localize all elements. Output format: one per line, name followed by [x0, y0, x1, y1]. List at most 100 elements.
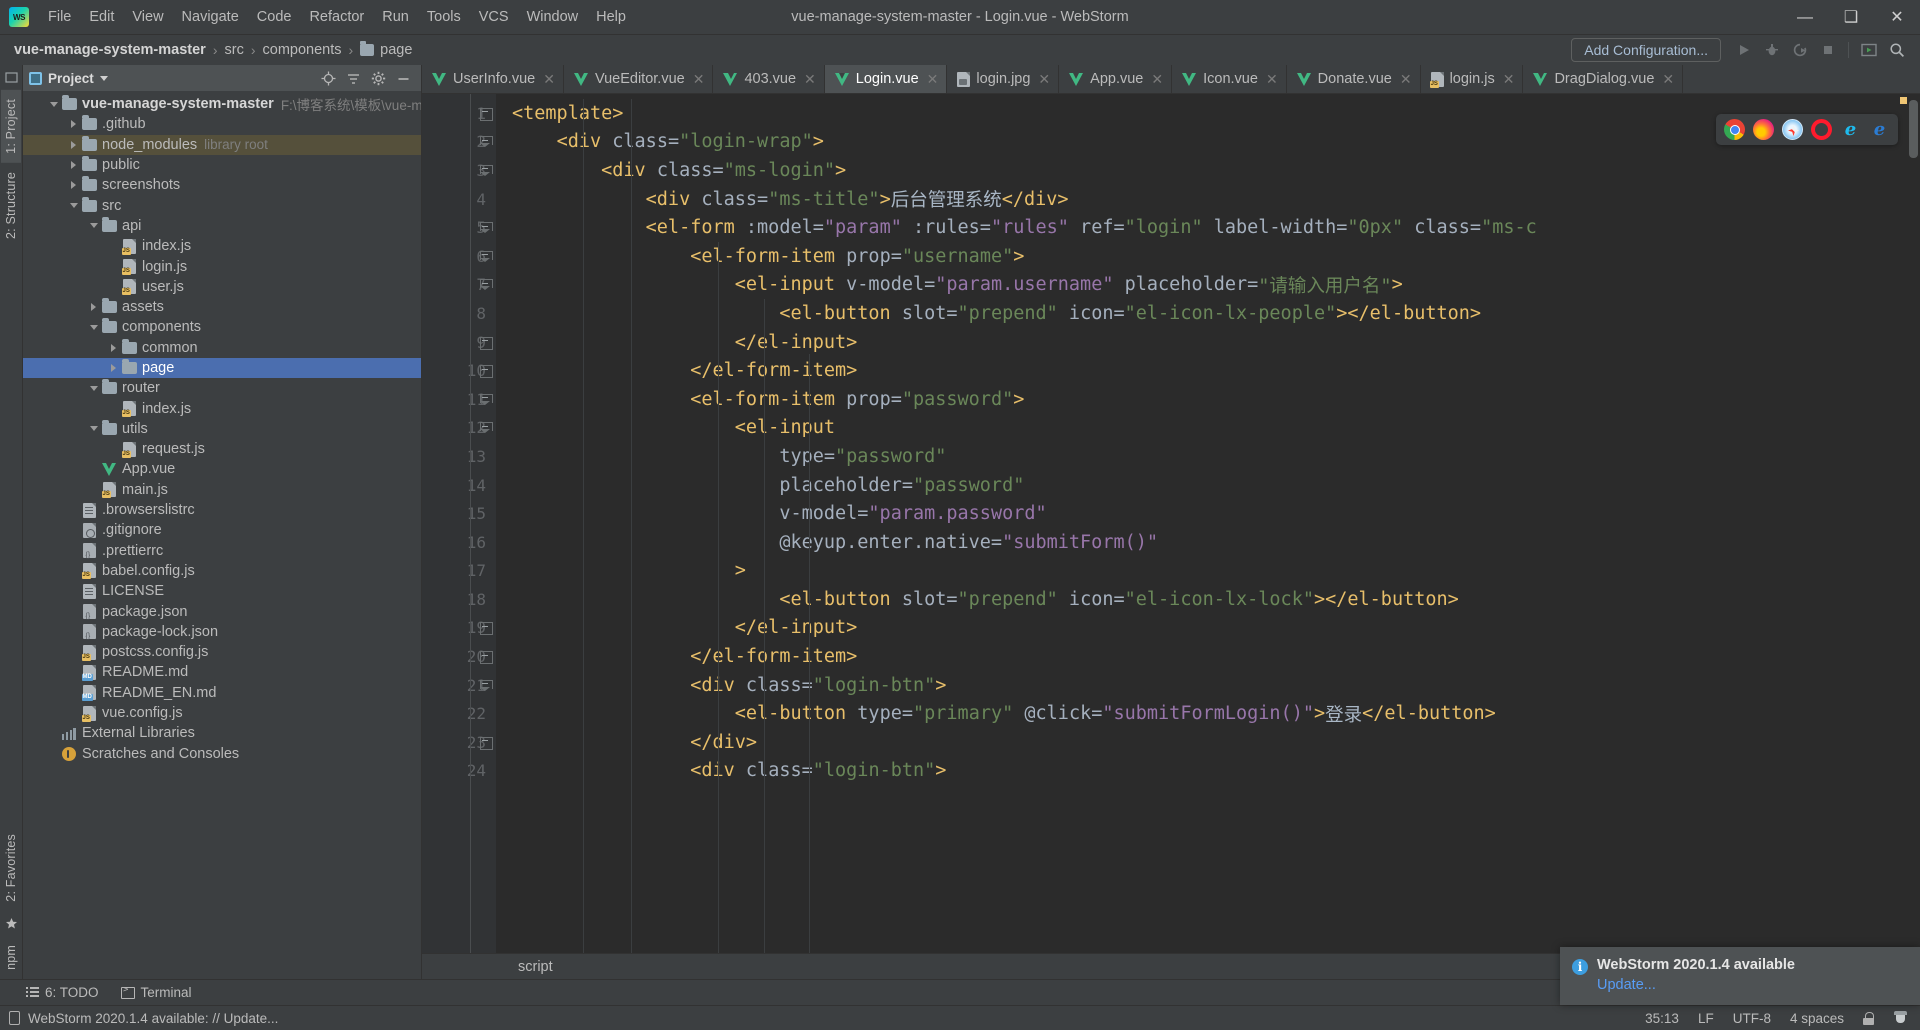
tree-node[interactable]: .github	[23, 114, 421, 134]
fold-toggle-icon[interactable]	[474, 385, 496, 414]
file-encoding[interactable]: UTF-8	[1733, 1011, 1771, 1026]
sidebar-item-structure[interactable]: 2: Structure	[1, 163, 21, 248]
tree-node[interactable]: index.js	[23, 398, 421, 418]
editor-tab-login-js[interactable]: login.js✕	[1421, 65, 1524, 93]
chevron-right-icon[interactable]	[107, 344, 120, 352]
edge-icon[interactable]: e	[1869, 119, 1890, 140]
tree-node[interactable]: .browserslistrc	[23, 500, 421, 520]
tree-node[interactable]: utils	[23, 419, 421, 439]
editor-tab-App-vue[interactable]: App.vue✕	[1059, 65, 1172, 93]
read-only-lock-icon[interactable]	[1863, 1012, 1874, 1025]
menu-item-window[interactable]: Window	[518, 5, 588, 29]
tree-node[interactable]: user.js	[23, 277, 421, 297]
minimize-button[interactable]: —	[1782, 0, 1828, 35]
close-icon[interactable]: ✕	[693, 72, 705, 86]
tree-node[interactable]: request.js	[23, 439, 421, 459]
tree-node[interactable]: LICENSE	[23, 581, 421, 601]
line-separator[interactable]: LF	[1698, 1011, 1714, 1026]
menu-item-refactor[interactable]: Refactor	[300, 5, 373, 29]
close-icon[interactable]: ✕	[927, 72, 939, 86]
chevron-right-icon[interactable]	[107, 364, 120, 372]
tree-node[interactable]: common	[23, 338, 421, 358]
chevron-right-icon[interactable]	[67, 161, 80, 169]
sidebar-item-project[interactable]: 1: Project	[1, 90, 21, 163]
safari-icon[interactable]	[1782, 119, 1803, 140]
tool-window-icon[interactable]	[1856, 38, 1882, 62]
tree-node[interactable]: postcss.config.js	[23, 642, 421, 662]
sidebar-item-favorites[interactable]: 2: Favorites	[1, 825, 21, 911]
fold-toggle-icon[interactable]	[474, 728, 496, 757]
notification-update-link[interactable]: Update...	[1597, 977, 1795, 993]
menu-item-file[interactable]: File	[39, 5, 80, 29]
menu-item-navigate[interactable]: Navigate	[173, 5, 248, 29]
search-icon[interactable]	[1884, 38, 1910, 62]
close-icon[interactable]: ✕	[1503, 72, 1515, 86]
tree-node[interactable]: public	[23, 155, 421, 175]
fold-toggle-icon[interactable]	[474, 213, 496, 242]
menu-item-view[interactable]: View	[123, 5, 172, 29]
breadcrumb-item-vue-manage-system-master[interactable]: vue-manage-system-master	[14, 42, 206, 58]
tree-node[interactable]: node_moduleslibrary root	[23, 135, 421, 155]
fold-toggle-icon[interactable]	[474, 99, 496, 128]
editor-tab-bar[interactable]: UserInfo.vue✕VueEditor.vue✕403.vue✕Login…	[422, 65, 1920, 94]
fold-toggle-icon[interactable]	[474, 156, 496, 185]
chevron-down-icon[interactable]	[87, 426, 100, 431]
breadcrumb-item-page[interactable]: page	[360, 42, 412, 58]
tree-node[interactable]: README.md	[23, 662, 421, 682]
tool-button-todo[interactable]: 6: TODO	[26, 985, 99, 1000]
breadcrumb-item-src[interactable]: src	[224, 42, 243, 58]
chevron-down-icon[interactable]	[100, 76, 108, 81]
menu-item-help[interactable]: Help	[587, 5, 635, 29]
chrome-icon[interactable]	[1724, 119, 1745, 140]
stop-icon[interactable]	[1815, 38, 1841, 62]
indent-setting[interactable]: 4 spaces	[1790, 1011, 1844, 1026]
project-file-tree[interactable]: vue-manage-system-masterF:\博客系统\模板\vue-m…	[23, 91, 421, 979]
run-icon[interactable]	[1731, 38, 1757, 62]
fold-toggle-icon[interactable]	[474, 128, 496, 157]
tree-node[interactable]: package-lock.json	[23, 622, 421, 642]
editor-tab-VueEditor-vue[interactable]: VueEditor.vue✕	[564, 65, 713, 93]
close-button[interactable]: ✕	[1874, 0, 1920, 35]
firefox-icon[interactable]	[1753, 119, 1774, 140]
close-icon[interactable]: ✕	[1038, 72, 1050, 86]
chevron-down-icon[interactable]	[87, 223, 100, 228]
chevron-right-icon[interactable]	[87, 303, 100, 311]
tree-node[interactable]: page	[23, 358, 421, 378]
tree-node[interactable]: README_EN.md	[23, 683, 421, 703]
debug-icon[interactable]	[1759, 38, 1785, 62]
notification-popup[interactable]: i WebStorm 2020.1.4 available Update...	[1560, 947, 1920, 1005]
tree-node[interactable]: External Libraries	[23, 723, 421, 743]
fold-toggle-icon[interactable]	[474, 328, 496, 357]
tree-node[interactable]: login.js	[23, 256, 421, 276]
editor-tab-Donate-vue[interactable]: Donate.vue✕	[1287, 65, 1421, 93]
editor-tab-Icon-vue[interactable]: Icon.vue✕	[1172, 65, 1287, 93]
tree-node[interactable]: components	[23, 317, 421, 337]
tree-node[interactable]: vue-manage-system-masterF:\博客系统\模板\vue-m…	[23, 94, 421, 114]
editor-scrollbar[interactable]	[1909, 100, 1918, 158]
tree-node[interactable]: .gitignore	[23, 520, 421, 540]
tree-node[interactable]: router	[23, 378, 421, 398]
chevron-down-icon[interactable]	[47, 102, 60, 107]
code-area[interactable]: <template> <div class="login-wrap"> <div…	[496, 94, 1920, 953]
fold-toggle-icon[interactable]	[474, 356, 496, 385]
fold-toggle-icon[interactable]	[474, 414, 496, 443]
locate-icon[interactable]	[320, 70, 336, 86]
tree-node[interactable]: main.js	[23, 480, 421, 500]
tree-node[interactable]: assets	[23, 297, 421, 317]
tree-node[interactable]: Scratches and Consoles	[23, 744, 421, 764]
chevron-down-icon[interactable]	[67, 203, 80, 208]
menu-item-edit[interactable]: Edit	[80, 5, 123, 29]
fold-toggle-icon[interactable]	[474, 242, 496, 271]
editor-tab-UserInfo-vue[interactable]: UserInfo.vue✕	[422, 65, 564, 93]
fold-toggle-icon[interactable]	[474, 671, 496, 700]
editor-tab-403-vue[interactable]: 403.vue✕	[713, 65, 824, 93]
tree-node[interactable]: screenshots	[23, 175, 421, 195]
collapse-all-icon[interactable]	[345, 70, 361, 86]
editor-tab-login-jpg[interactable]: login.jpg✕	[947, 65, 1059, 93]
editor-tab-Login-vue[interactable]: Login.vue✕	[825, 65, 948, 93]
sidebar-item-npm[interactable]: npm	[1, 936, 21, 979]
fold-toggle-icon[interactable]	[474, 271, 496, 300]
opera-icon[interactable]	[1811, 119, 1832, 140]
close-icon[interactable]: ✕	[543, 72, 555, 86]
menu-item-tools[interactable]: Tools	[418, 5, 470, 29]
